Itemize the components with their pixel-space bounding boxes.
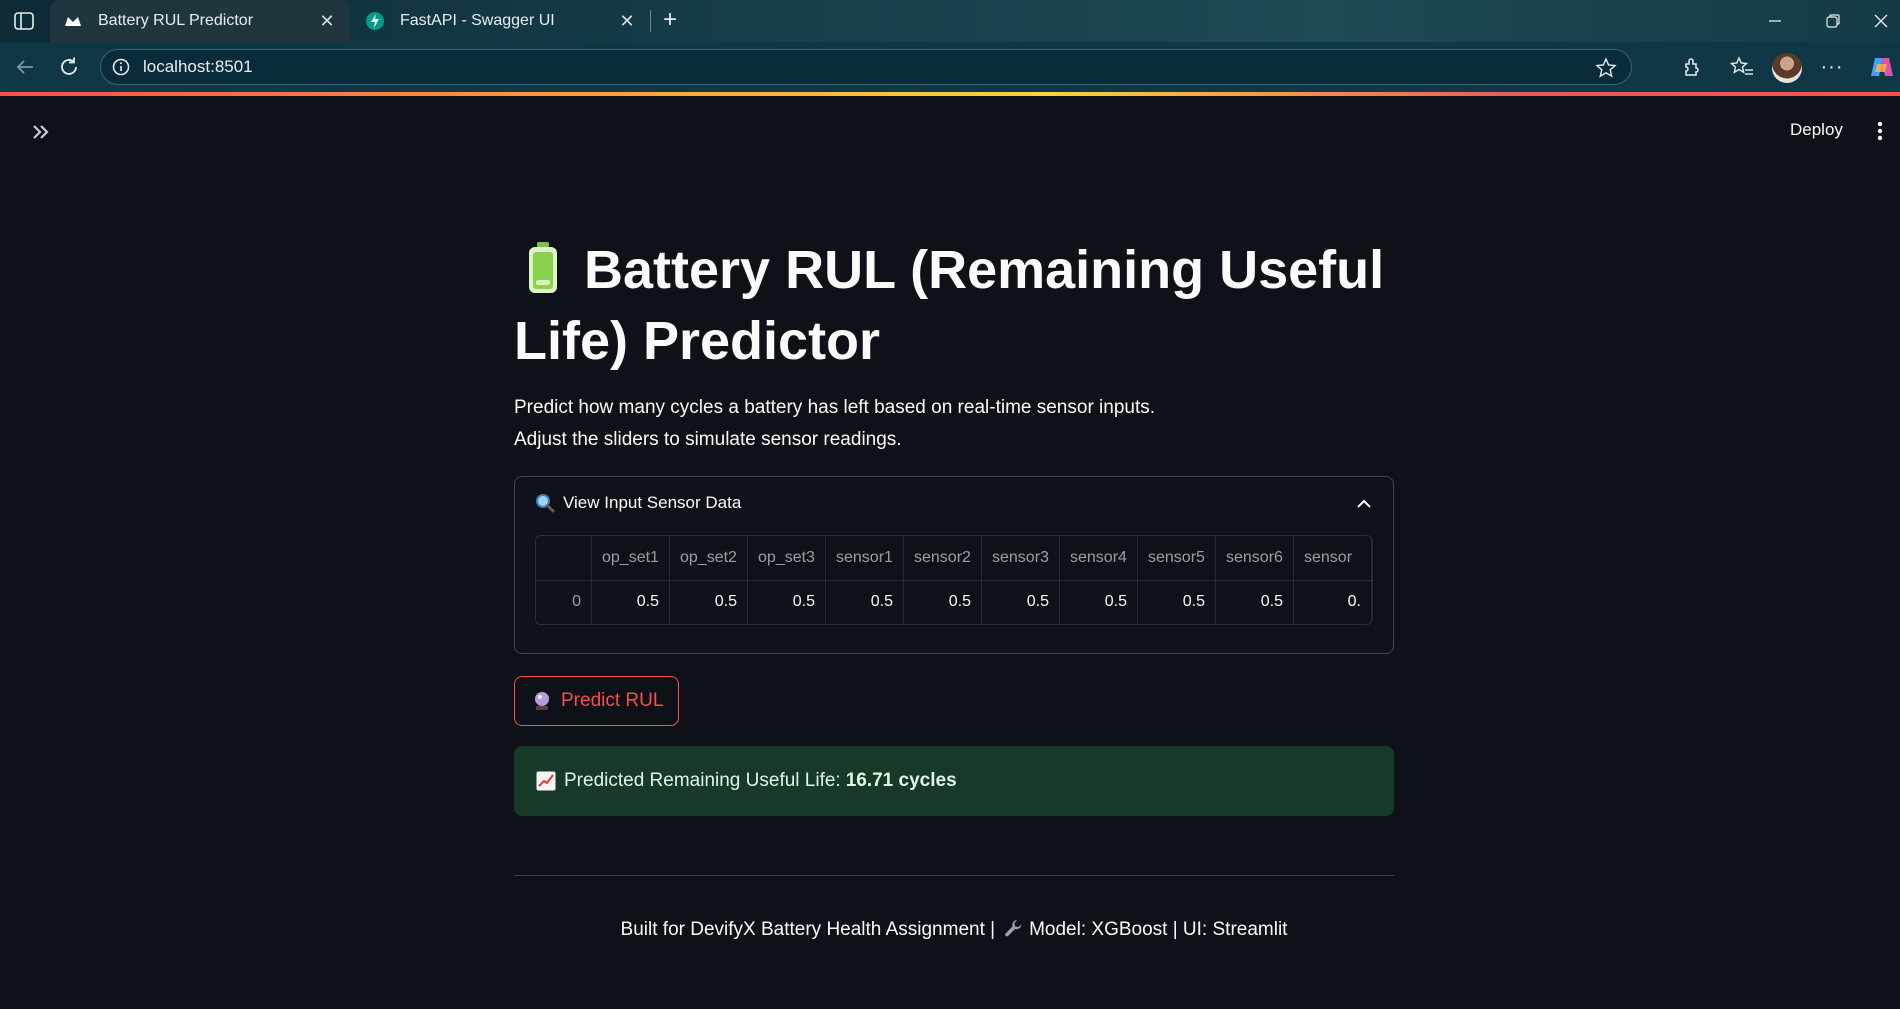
footer: Built for DevifyX Battery Health Assignm… bbox=[514, 918, 1394, 944]
restore-icon[interactable] bbox=[1804, 0, 1862, 42]
divider bbox=[514, 875, 1394, 876]
wrench-icon bbox=[1003, 918, 1023, 944]
table-cell[interactable]: 0.5 bbox=[1215, 580, 1294, 624]
main-menu-icon[interactable] bbox=[1870, 118, 1890, 144]
url-text: localhost:8501 bbox=[143, 57, 253, 76]
copilot-icon[interactable] bbox=[1868, 53, 1896, 81]
browser-toolbar: localhost:8501 ··· bbox=[0, 42, 1900, 92]
favorites-icon[interactable] bbox=[1728, 53, 1756, 81]
description-line: Adjust the sliders to simulate sensor re… bbox=[514, 429, 902, 450]
more-options-icon[interactable]: ··· bbox=[1818, 53, 1846, 81]
column-header[interactable]: op_set3 bbox=[747, 536, 826, 581]
table-row: 0 0.5 0.5 0.5 0.5 0.5 0.5 0.5 0.5 0.5 0. bbox=[536, 580, 1372, 624]
footer-text: Built for DevifyX Battery Health Assignm… bbox=[620, 919, 996, 940]
close-tab-icon[interactable]: ✕ bbox=[316, 10, 338, 32]
table-cell[interactable]: 0.5 bbox=[1137, 580, 1216, 624]
column-header[interactable]: op_set1 bbox=[591, 536, 670, 581]
column-header[interactable]: sensor bbox=[1293, 536, 1372, 581]
expander-header[interactable]: View Input Sensor Data bbox=[535, 493, 741, 513]
description: Predict how many cycles a battery has le… bbox=[514, 392, 1155, 456]
table-cell[interactable]: 0.5 bbox=[981, 580, 1060, 624]
column-header[interactable]: sensor1 bbox=[825, 536, 904, 581]
browser-titlebar: Battery RUL Predictor ✕ FastAPI - Swagge… bbox=[0, 0, 1900, 42]
fastapi-favicon-icon bbox=[364, 10, 386, 32]
table-cell[interactable]: 0.5 bbox=[591, 580, 670, 624]
close-tab-icon[interactable]: ✕ bbox=[616, 10, 638, 32]
streamlit-app: Deploy Battery RUL (Remaining Useful Lif… bbox=[0, 96, 1900, 1009]
chart-increasing-icon bbox=[536, 771, 556, 791]
table-cell[interactable]: 0.5 bbox=[1059, 580, 1138, 624]
predict-button-label: Predict RUL bbox=[561, 690, 664, 711]
streamlit-favicon-icon bbox=[62, 10, 84, 32]
column-header[interactable]: sensor4 bbox=[1059, 536, 1138, 581]
tab-title: FastAPI - Swagger UI bbox=[400, 12, 555, 29]
column-header[interactable]: op_set2 bbox=[669, 536, 748, 581]
result-value: 16.71 cycles bbox=[845, 770, 957, 791]
column-header[interactable]: sensor5 bbox=[1137, 536, 1216, 581]
extensions-icon[interactable] bbox=[1678, 53, 1706, 81]
column-header[interactable]: sensor3 bbox=[981, 536, 1060, 581]
deploy-button[interactable]: Deploy bbox=[1782, 116, 1851, 144]
predict-rul-button[interactable]: Predict RUL bbox=[514, 676, 680, 726]
expand-sidebar-icon[interactable] bbox=[26, 120, 56, 144]
prediction-result-alert: Predicted Remaining Useful Life: 16.71 c… bbox=[514, 746, 1394, 816]
footer-text: Model: XGBoost | UI: Streamlit bbox=[1029, 919, 1288, 940]
minimize-icon[interactable] bbox=[1746, 0, 1804, 42]
sensor-dataframe[interactable]: op_set1 op_set2 op_set3 sensor1 sensor2 senso… bbox=[535, 535, 1373, 625]
result-prefix: Predicted Remaining Useful Life: bbox=[564, 770, 841, 791]
index-header bbox=[536, 536, 592, 581]
column-header[interactable]: sensor6 bbox=[1215, 536, 1294, 581]
description-line: Predict how many cycles a battery has le… bbox=[514, 397, 1156, 418]
new-tab-icon[interactable]: + bbox=[656, 6, 684, 34]
site-info-icon[interactable] bbox=[111, 57, 131, 77]
favorite-star-icon[interactable] bbox=[1595, 57, 1617, 79]
battery-icon bbox=[528, 242, 558, 309]
tab-battery-rul[interactable]: Battery RUL Predictor ✕ bbox=[50, 0, 350, 42]
close-window-icon[interactable] bbox=[1862, 0, 1900, 42]
table-cell[interactable]: 0.5 bbox=[669, 580, 748, 624]
tab-actions-icon[interactable] bbox=[10, 9, 38, 33]
tab-title: Battery RUL Predictor bbox=[98, 12, 254, 29]
sensor-data-expander: View Input Sensor Data op_set1 op_set2 op_… bbox=[514, 476, 1394, 654]
address-bar[interactable]: localhost:8501 bbox=[100, 49, 1632, 85]
expander-label: View Input Sensor Data bbox=[563, 493, 742, 512]
crystal-ball-icon bbox=[533, 691, 551, 711]
page-title: Battery RUL (Remaining Useful Life) Pred… bbox=[514, 238, 1394, 374]
title-text: Battery RUL (Remaining Useful Life) Pred… bbox=[514, 240, 1385, 371]
table-cell[interactable]: 0. bbox=[1293, 580, 1372, 624]
chevron-up-icon[interactable] bbox=[1355, 495, 1373, 513]
row-index: 0 bbox=[536, 580, 592, 624]
profile-avatar[interactable] bbox=[1772, 53, 1802, 83]
tab-separator bbox=[650, 10, 651, 32]
back-icon[interactable] bbox=[8, 50, 42, 84]
table-cell[interactable]: 0.5 bbox=[903, 580, 982, 624]
refresh-icon[interactable] bbox=[52, 50, 86, 84]
column-header[interactable]: sensor2 bbox=[903, 536, 982, 581]
table-cell[interactable]: 0.5 bbox=[825, 580, 904, 624]
table-cell[interactable]: 0.5 bbox=[747, 580, 826, 624]
tab-fastapi-swagger[interactable]: FastAPI - Swagger UI ✕ bbox=[352, 0, 650, 42]
magnifier-icon bbox=[535, 493, 555, 513]
